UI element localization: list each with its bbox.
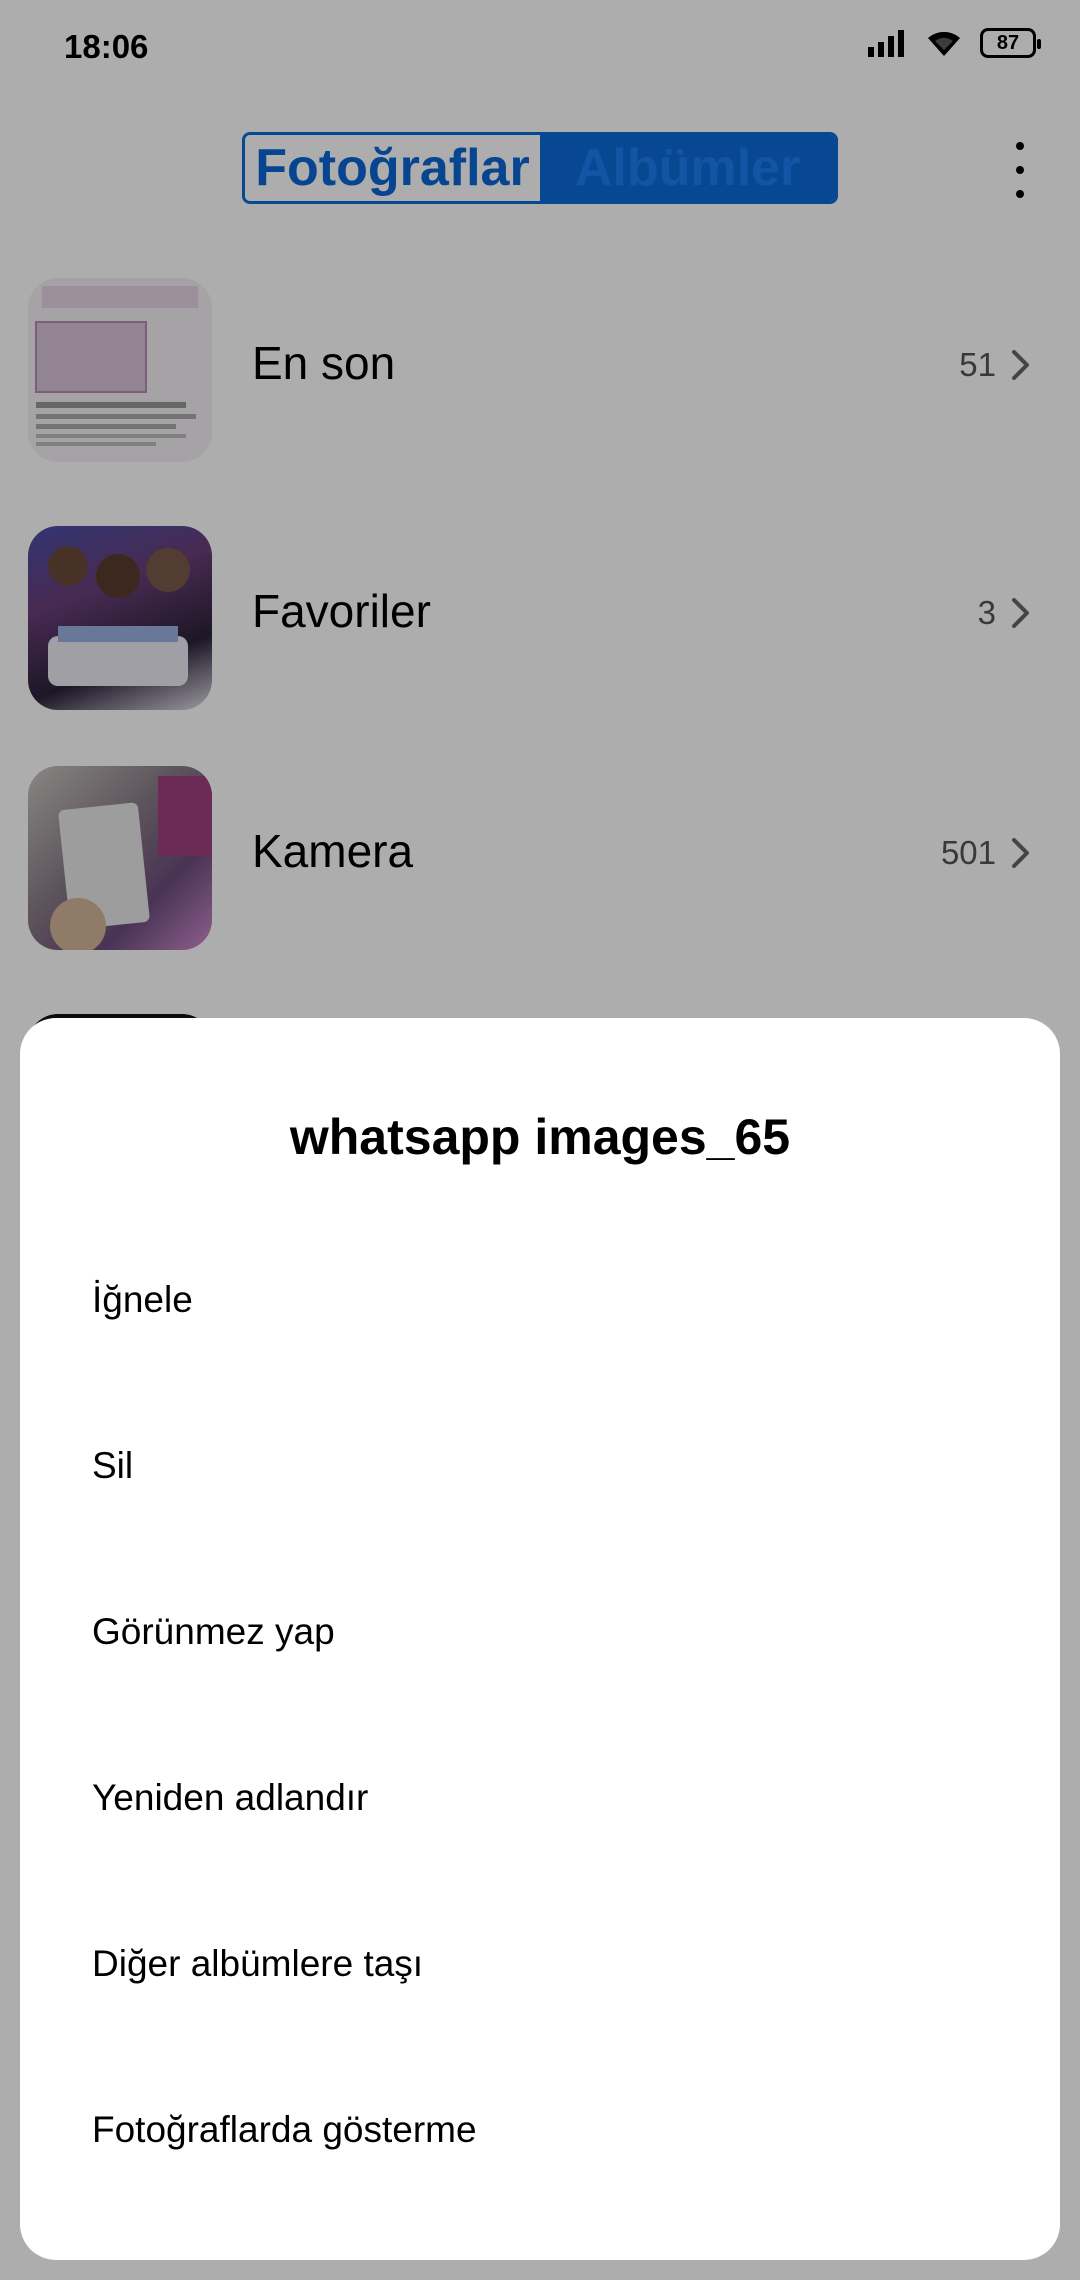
sheet-title: whatsapp images_65 bbox=[289, 1109, 791, 1165]
menu-item-pin[interactable]: İğnele bbox=[92, 1240, 992, 1360]
menu-item-rename[interactable]: Yeniden adlandır bbox=[92, 1738, 992, 1858]
menu-item-hide[interactable]: Görünmez yap bbox=[92, 1572, 992, 1692]
menu-item-hide-from-photos[interactable]: Fotoğraflarda gösterme bbox=[92, 2070, 992, 2190]
album-options-sheet: whatsapp images_65 İğnele Sil Görünmez y… bbox=[20, 1018, 1060, 2260]
menu-item-delete[interactable]: Sil bbox=[92, 1406, 992, 1526]
menu-item-move-to-other-albums[interactable]: Diğer albümlere taşı bbox=[92, 1904, 992, 2024]
